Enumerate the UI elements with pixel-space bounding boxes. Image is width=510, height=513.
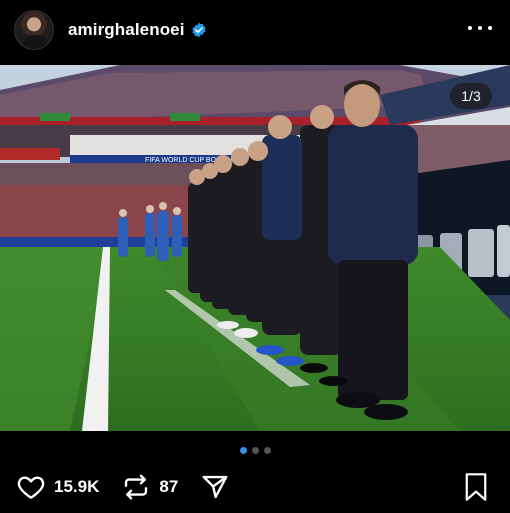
more-options-icon[interactable]	[468, 18, 492, 38]
bookmark-icon	[462, 473, 490, 506]
like-button[interactable]: 15.9K	[16, 472, 99, 502]
post-photo[interactable]: FIFA WORLD CUP BOSTON 1/3	[0, 65, 510, 431]
profile-avatar[interactable]	[14, 10, 54, 50]
carousel-counter: 1/3	[450, 83, 492, 109]
heart-icon	[16, 472, 46, 502]
share-button[interactable]	[200, 472, 230, 502]
carousel-indicator	[0, 447, 510, 455]
verified-badge-icon	[191, 22, 207, 38]
carousel-dot[interactable]	[251, 447, 259, 454]
repost-count[interactable]: 87	[159, 477, 178, 497]
post-actions: 15.9K 87	[0, 467, 510, 507]
save-button[interactable]	[462, 472, 490, 507]
instagram-post: amirghalenoei FIFA WORLD CUP BOSTON 1/3 …	[0, 0, 510, 513]
send-icon	[200, 472, 230, 502]
carousel-dot[interactable]	[239, 447, 247, 454]
post-header: amirghalenoei	[0, 0, 510, 60]
repost-button[interactable]: 87	[121, 472, 178, 502]
like-count[interactable]: 15.9K	[54, 477, 99, 497]
carousel-dot[interactable]	[263, 447, 271, 454]
username[interactable]: amirghalenoei	[68, 20, 185, 40]
repost-icon	[121, 472, 151, 502]
